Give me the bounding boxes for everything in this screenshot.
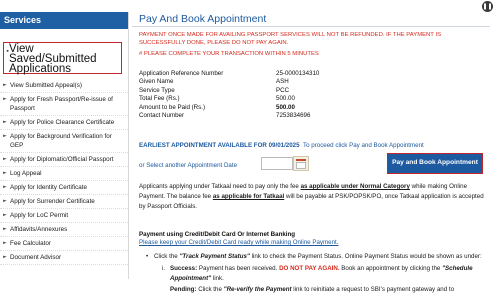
sidebar-item[interactable]: ► Apply for Diplomatic/Official Passport [0, 153, 128, 167]
arrow-icon: ► [3, 170, 7, 176]
sidebar-item[interactable]: ► Fee Calculator [0, 237, 128, 251]
sidebar-item-label: Apply for Background Verification for GE… [10, 133, 112, 149]
sidebar-item[interactable]: ► Apply for Background Verification for G… [0, 130, 128, 153]
detail-label: Total Fee (Rs.) [139, 95, 180, 103]
status-pending: Pending: Click the "Re-verify the Paymen… [170, 285, 482, 295]
main-content: Pay And Book Appointment PAYMENT ONCE MA… [132, 12, 492, 293]
sidebar-item-label: Apply for Surrender Certificate [10, 198, 95, 205]
sidebar-header: Services [0, 12, 128, 29]
sidebar-item[interactable]: ► Apply for Surrender Certificate [0, 195, 128, 209]
earliest-appointment-label: EARLIEST APPOINTMENT AVAILABLE FOR 09/01… [139, 142, 300, 149]
sidebar-item[interactable]: ► View Submitted Appeal(s) [0, 79, 128, 93]
sidebar-item[interactable]: ► Affidavits/Annexures [0, 223, 128, 237]
track-payment-status-link[interactable]: "Track Payment Status" [179, 253, 249, 260]
detail-label: Given Name [139, 78, 174, 86]
arrow-icon: ► [3, 212, 7, 218]
arrow-icon: ► [3, 156, 7, 162]
arrow-icon: ► [3, 240, 7, 246]
tatkal-info: Applicants applying under Tatkaal need t… [139, 182, 487, 212]
detail-row: Contact Number 7253834696 [139, 112, 319, 121]
arrow-icon: ► [3, 119, 7, 125]
sidebar-item[interactable]: ► Apply for LoC Permit [0, 209, 128, 223]
sidebar-item-view-saved-applications[interactable]: ► View Saved/Submitted Applications [3, 42, 122, 75]
status-text: link to reinitiate a request to SBI's pa… [291, 286, 455, 293]
detail-label: Application Reference Number [139, 69, 224, 77]
sidebar-item[interactable]: ► Document Advisor [0, 251, 128, 265]
track-payment-instruction: Click the "Track Payment Status" link to… [154, 252, 484, 262]
detail-value: 25-0000134310 [276, 69, 320, 77]
detail-value: PCC [276, 86, 290, 94]
sidebar-item-label: Affidavits/Annexures [10, 226, 68, 233]
top-bar: ❚❚ [0, 0, 497, 12]
detail-value: 7253834696 [276, 112, 311, 120]
sidebar-item-label: Apply for Police Clearance Certificate [10, 119, 115, 126]
status-label: Pending: [170, 286, 197, 293]
status-text: Book an appointment by clicking the [339, 265, 443, 272]
detail-row: Total Fee (Rs.) 500.00 [139, 95, 319, 104]
sidebar-item-label: Log Appeal [10, 170, 42, 177]
application-details: Application Reference Number 25-000013431… [139, 69, 319, 120]
services-sidebar: Services ► View Saved/Submitted Applicat… [0, 12, 129, 279]
status-success: Success: Payment has been received. DO N… [170, 264, 482, 284]
sidebar-item-label: Apply for Identity Certificate [10, 184, 87, 191]
instruction-text: Click the [154, 253, 180, 260]
sidebar-item[interactable]: ► Apply for Police Clearance Certificate [0, 116, 128, 130]
title-divider [132, 26, 490, 27]
sidebar-item-label: Document Advisor [10, 254, 62, 261]
payment-heading: Payment using Credit/Debit Card Or Inter… [139, 231, 296, 238]
arrow-icon: ► [3, 133, 7, 139]
appointment-date-input[interactable] [261, 157, 293, 170]
detail-row: Amount to be Paid (Rs.) 500.00 [139, 103, 319, 112]
bullet-icon: • [146, 253, 149, 260]
select-date-label: or Select another Appointment Date [139, 162, 238, 169]
transaction-time-note: # PLEASE COMPLETE YOUR TRANSACTION WITHI… [139, 51, 319, 57]
reverify-payment-link[interactable]: "Re-verify the Payment [224, 286, 292, 293]
pay-and-book-button[interactable]: Pay and Book Appointment [387, 153, 483, 174]
detail-label: Service Type [139, 86, 175, 94]
status-text: Payment has been received. [197, 265, 280, 272]
sidebar-item-label: Apply for LoC Permit [10, 212, 69, 219]
arrow-icon: ► [3, 226, 7, 232]
arrow-icon: ► [3, 96, 7, 102]
earliest-appointment: EARLIEST APPOINTMENT AVAILABLE FOR 09/01… [139, 142, 424, 149]
detail-row: Service Type PCC [139, 86, 319, 95]
tatkal-normal-fee: as applicable under Normal Category [300, 183, 410, 190]
detail-label: Contact Number [139, 112, 185, 120]
arrow-icon: ► [3, 198, 7, 204]
detail-value: 500.00 [276, 103, 295, 111]
bullet-icon: i. [162, 265, 166, 272]
sidebar-item-label: Apply for Diplomatic/Official Passport [10, 156, 114, 163]
sidebar-item-label: Apply for Fresh Passport/Re-issue of Pas… [10, 96, 113, 112]
pause-icon[interactable]: ❚❚ [482, 1, 493, 12]
sidebar-item-label: View Submitted Appeal(s) [10, 82, 82, 89]
arrow-icon: ► [3, 184, 7, 190]
calendar-icon[interactable] [293, 156, 309, 171]
sidebar-item-label: Fee Calculator [10, 240, 51, 247]
detail-value: ASH [276, 78, 289, 86]
instruction-text: link to check the Payment Status. Online… [249, 253, 482, 260]
detail-row: Application Reference Number 25-000013431… [139, 69, 319, 78]
card-ready-link[interactable]: Please keep your Credit/Debit Card ready… [139, 239, 338, 246]
sidebar-item-label: View Saved/Submitted Applications [9, 43, 97, 75]
status-label: Success: [170, 265, 198, 272]
arrow-icon: ► [3, 82, 7, 88]
tatkal-balance-fee: as applicable for Tatkaal [212, 193, 285, 200]
tatkal-text: Applicants applying under Tatkaal need t… [139, 183, 301, 190]
status-text: Click the [196, 286, 224, 293]
arrow-icon: ► [3, 254, 7, 260]
page-title: Pay And Book Appointment [139, 13, 267, 25]
detail-label: Amount to be Paid (Rs.) [139, 103, 206, 111]
sidebar-item[interactable]: ► Log Appeal [0, 167, 128, 181]
sidebar-item[interactable]: ► Apply for Fresh Passport/Re-issue of Pa… [0, 93, 128, 116]
detail-row: Given Name ASH [139, 78, 319, 87]
earliest-appointment-note: To proceed click Pay and Book Appointmen… [303, 142, 424, 149]
refund-warning: PAYMENT ONCE MADE FOR AVAILING PASSPORT … [139, 32, 442, 46]
sidebar-item[interactable]: ► Apply for Identity Certificate [0, 181, 128, 195]
do-not-pay-again: DO NOT PAY AGAIN. [279, 265, 340, 272]
sidebar-list: ► View Submitted Appeal(s) ► Apply for Fre… [0, 79, 128, 265]
detail-value: 500.00 [276, 95, 295, 103]
